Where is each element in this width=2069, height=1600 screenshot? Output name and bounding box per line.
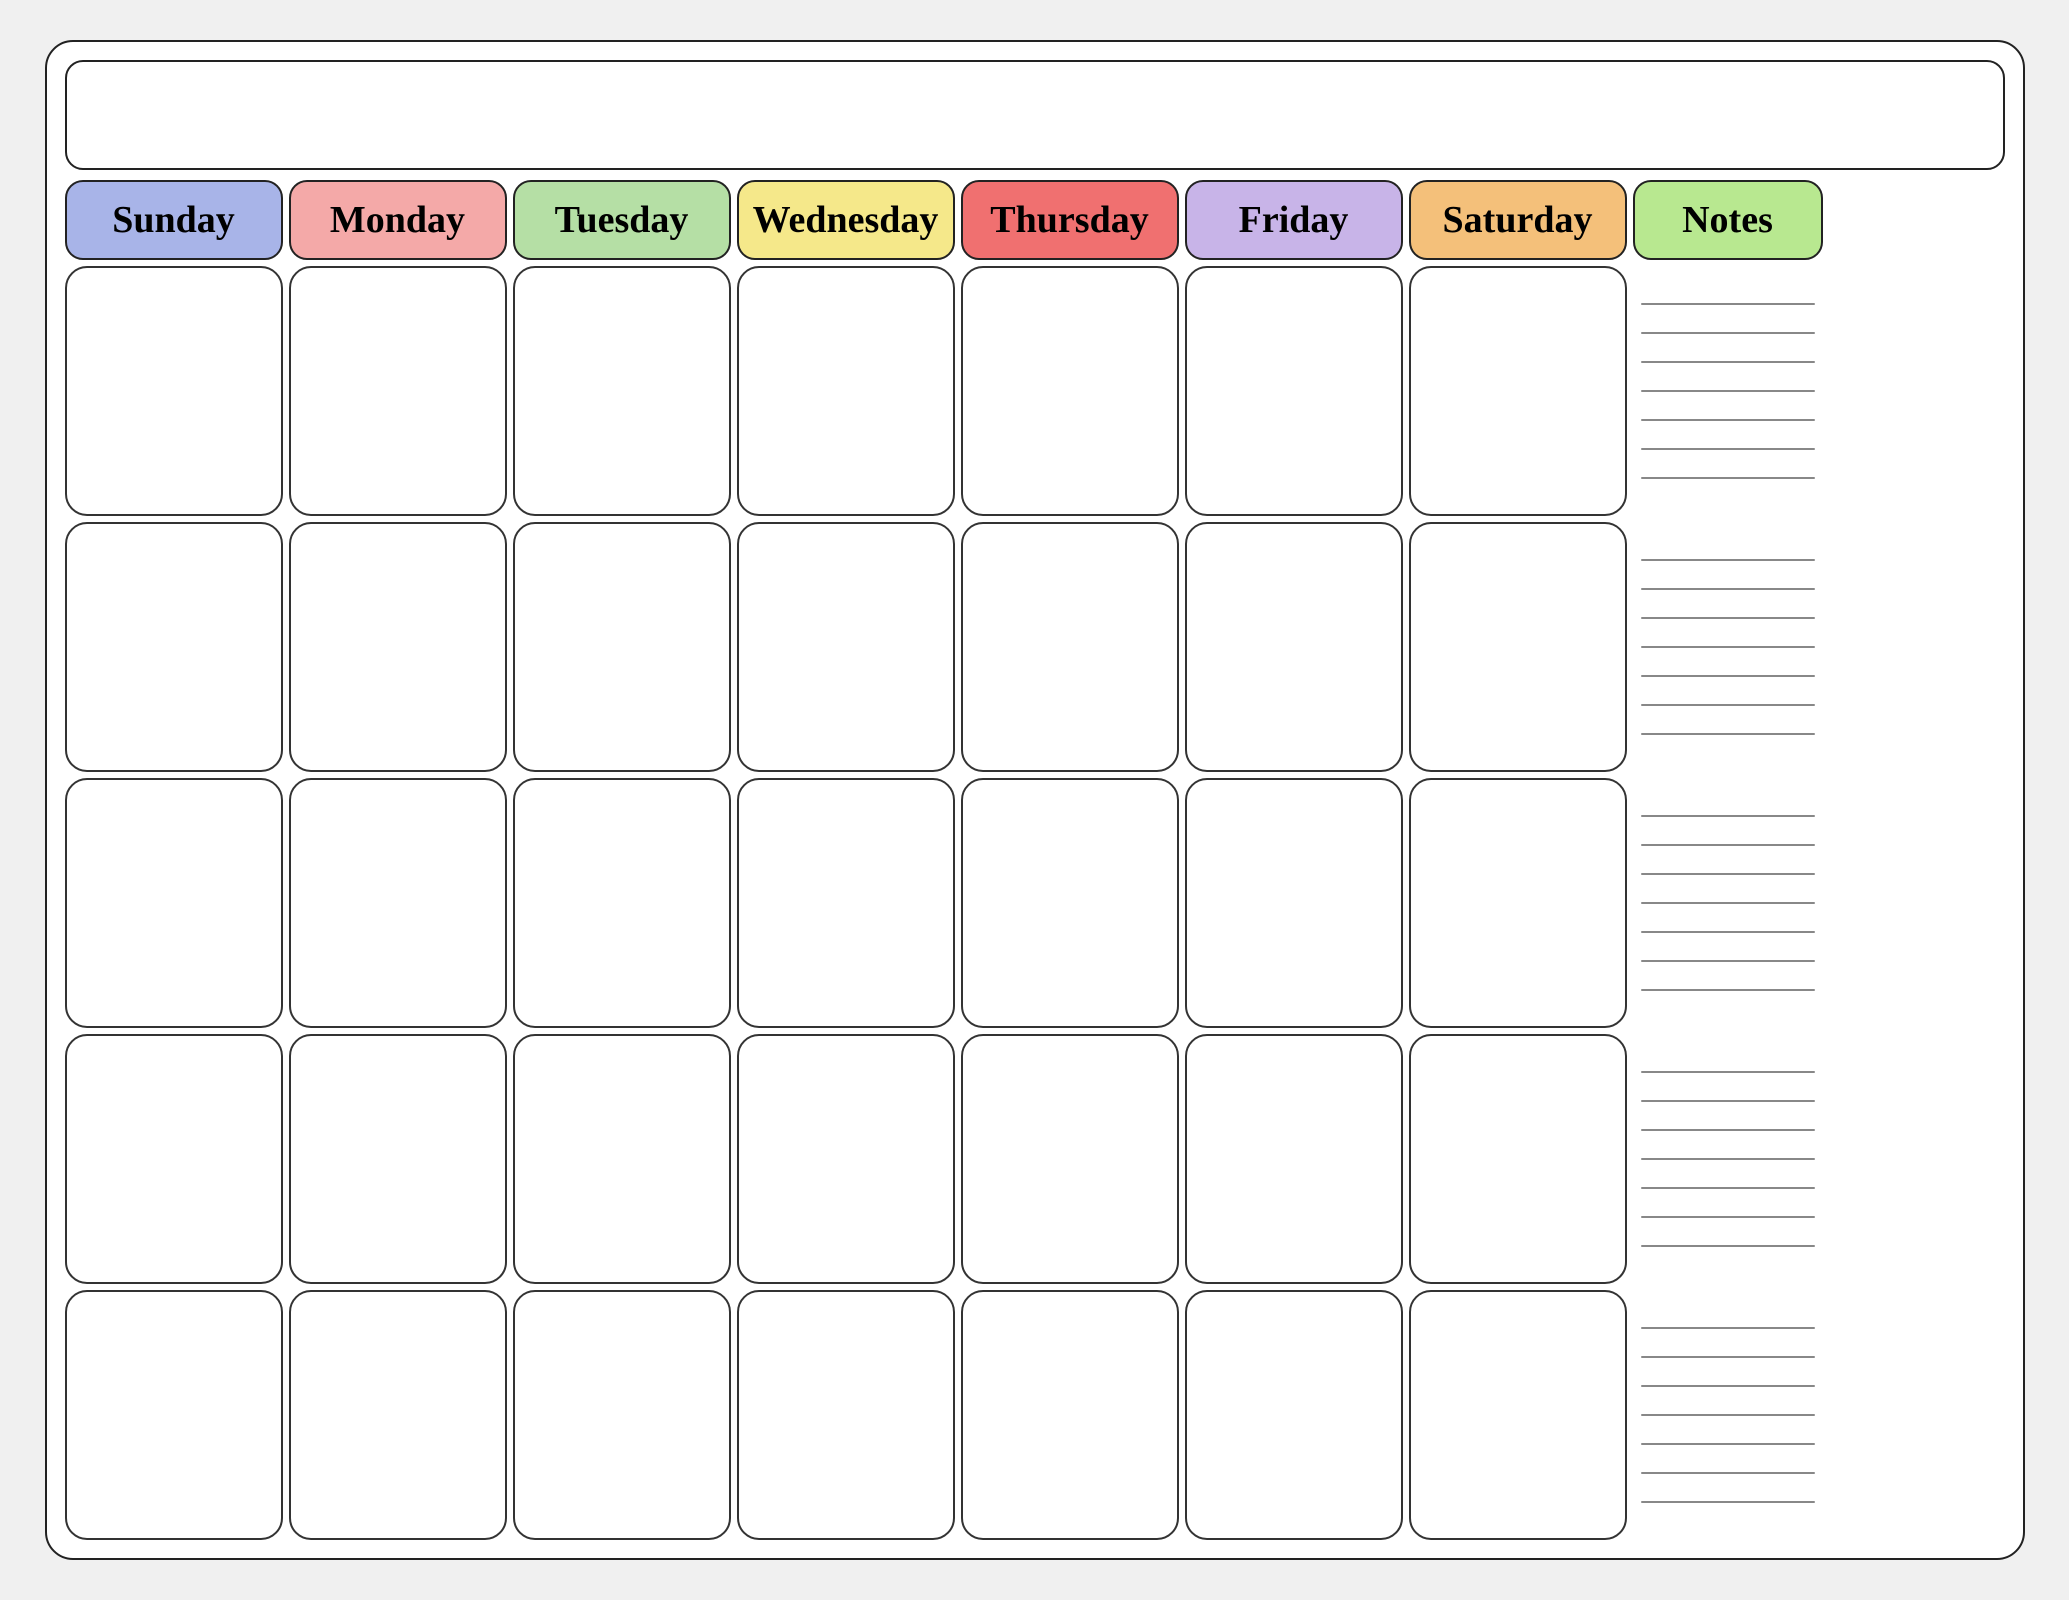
note-line	[1641, 448, 1815, 450]
note-line	[1641, 559, 1815, 561]
week-row-1	[65, 266, 2005, 516]
note-line	[1641, 873, 1815, 875]
note-line	[1641, 303, 1815, 305]
note-line	[1641, 1356, 1815, 1358]
cell-w4-thu[interactable]	[961, 1034, 1179, 1284]
note-line	[1641, 1245, 1815, 1247]
cell-w3-thu[interactable]	[961, 778, 1179, 1028]
cell-w2-fri[interactable]	[1185, 522, 1403, 772]
cell-w1-wed[interactable]	[737, 266, 955, 516]
note-line	[1641, 931, 1815, 933]
cell-w2-sun[interactable]	[65, 522, 283, 772]
note-line	[1641, 1158, 1815, 1160]
notes-w2	[1633, 522, 1823, 772]
week-row-2	[65, 522, 2005, 772]
notes-w1	[1633, 266, 1823, 516]
note-line	[1641, 704, 1815, 706]
note-line	[1641, 844, 1815, 846]
note-line	[1641, 1501, 1815, 1503]
note-line	[1641, 419, 1815, 421]
header-saturday: Saturday	[1409, 180, 1627, 260]
note-line	[1641, 1100, 1815, 1102]
cell-w3-sun[interactable]	[65, 778, 283, 1028]
note-line	[1641, 646, 1815, 648]
cell-w3-wed[interactable]	[737, 778, 955, 1028]
cell-w3-mon[interactable]	[289, 778, 507, 1028]
cell-w3-sat[interactable]	[1409, 778, 1627, 1028]
note-line	[1641, 1472, 1815, 1474]
note-line	[1641, 902, 1815, 904]
calendar-container: Sunday Monday Tuesday Wednesday Thursday…	[45, 40, 2025, 1560]
note-line	[1641, 1327, 1815, 1329]
cell-w5-wed[interactable]	[737, 1290, 955, 1540]
note-line	[1641, 332, 1815, 334]
cell-w1-mon[interactable]	[289, 266, 507, 516]
note-line	[1641, 1443, 1815, 1445]
cell-w4-fri[interactable]	[1185, 1034, 1403, 1284]
cell-w5-sat[interactable]	[1409, 1290, 1627, 1540]
cell-w4-sun[interactable]	[65, 1034, 283, 1284]
cell-w1-fri[interactable]	[1185, 266, 1403, 516]
header-tuesday: Tuesday	[513, 180, 731, 260]
cell-w1-thu[interactable]	[961, 266, 1179, 516]
week-row-4	[65, 1034, 2005, 1284]
header-sunday: Sunday	[65, 180, 283, 260]
notes-w3	[1633, 778, 1823, 1028]
note-line	[1641, 588, 1815, 590]
header-monday: Monday	[289, 180, 507, 260]
note-line	[1641, 733, 1815, 735]
cell-w5-mon[interactable]	[289, 1290, 507, 1540]
note-line	[1641, 617, 1815, 619]
cell-w4-sat[interactable]	[1409, 1034, 1627, 1284]
note-line	[1641, 1129, 1815, 1131]
note-line	[1641, 1414, 1815, 1416]
cell-w5-fri[interactable]	[1185, 1290, 1403, 1540]
week-row-5	[65, 1290, 2005, 1540]
cell-w4-mon[interactable]	[289, 1034, 507, 1284]
cell-w3-fri[interactable]	[1185, 778, 1403, 1028]
note-line	[1641, 390, 1815, 392]
note-line	[1641, 989, 1815, 991]
cell-w1-sat[interactable]	[1409, 266, 1627, 516]
cell-w3-tue[interactable]	[513, 778, 731, 1028]
cell-w5-sun[interactable]	[65, 1290, 283, 1540]
note-line	[1641, 1216, 1815, 1218]
cell-w2-mon[interactable]	[289, 522, 507, 772]
note-line	[1641, 477, 1815, 479]
note-line	[1641, 1385, 1815, 1387]
notes-w4	[1633, 1034, 1823, 1284]
note-line	[1641, 675, 1815, 677]
note-line	[1641, 960, 1815, 962]
note-line	[1641, 1187, 1815, 1189]
title-bar[interactable]	[65, 60, 2005, 170]
note-line	[1641, 361, 1815, 363]
cell-w5-tue[interactable]	[513, 1290, 731, 1540]
note-line	[1641, 815, 1815, 817]
cell-w5-thu[interactable]	[961, 1290, 1179, 1540]
calendar-main: Sunday Monday Tuesday Wednesday Thursday…	[65, 180, 2005, 1540]
week-row-3	[65, 778, 2005, 1028]
cell-w2-sat[interactable]	[1409, 522, 1627, 772]
header-thursday: Thursday	[961, 180, 1179, 260]
header-friday: Friday	[1185, 180, 1403, 260]
rows-area	[65, 266, 2005, 1540]
cell-w2-tue[interactable]	[513, 522, 731, 772]
cell-w2-wed[interactable]	[737, 522, 955, 772]
note-line	[1641, 1071, 1815, 1073]
header-wednesday: Wednesday	[737, 180, 955, 260]
notes-w5	[1633, 1290, 1823, 1540]
header-row: Sunday Monday Tuesday Wednesday Thursday…	[65, 180, 2005, 260]
cell-w2-thu[interactable]	[961, 522, 1179, 772]
cell-w1-sun[interactable]	[65, 266, 283, 516]
header-notes: Notes	[1633, 180, 1823, 260]
cell-w1-tue[interactable]	[513, 266, 731, 516]
cell-w4-tue[interactable]	[513, 1034, 731, 1284]
cell-w4-wed[interactable]	[737, 1034, 955, 1284]
